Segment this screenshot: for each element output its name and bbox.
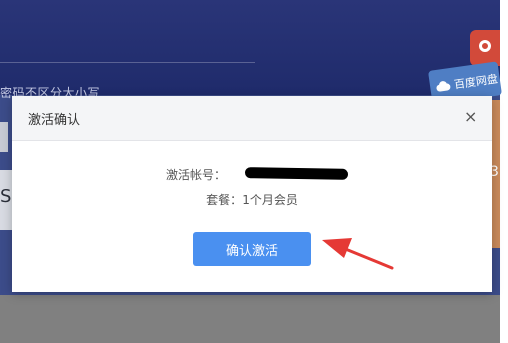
- background-header: [0, 0, 500, 95]
- activation-confirm-dialog: 激活确认 × 激活帐号： 套餐：1个月会员 确认激活: [12, 96, 492, 292]
- cloud-icon: [436, 80, 451, 92]
- page-margin: [500, 0, 508, 343]
- baidu-badge-text: 百度网盘: [453, 72, 499, 92]
- dialog-header: 激活确认 ×: [12, 96, 492, 141]
- redacted-account-scribble: [244, 167, 349, 180]
- background-input-underline: [0, 62, 255, 63]
- account-label: 激活帐号：: [165, 168, 226, 182]
- plan-row: 套餐：1个月会员: [12, 191, 492, 208]
- background-footer: [0, 295, 500, 343]
- dialog-title: 激活确认: [28, 113, 81, 128]
- plan-label: 套餐：: [206, 193, 243, 207]
- close-icon[interactable]: ×: [464, 107, 477, 127]
- confirm-activation-button[interactable]: 确认激活: [193, 232, 311, 266]
- app-logo-icon: [470, 30, 500, 66]
- plan-value: 1个月会员: [242, 193, 298, 207]
- background-left-glyph: S: [0, 186, 12, 207]
- background-input-stub: [0, 122, 8, 152]
